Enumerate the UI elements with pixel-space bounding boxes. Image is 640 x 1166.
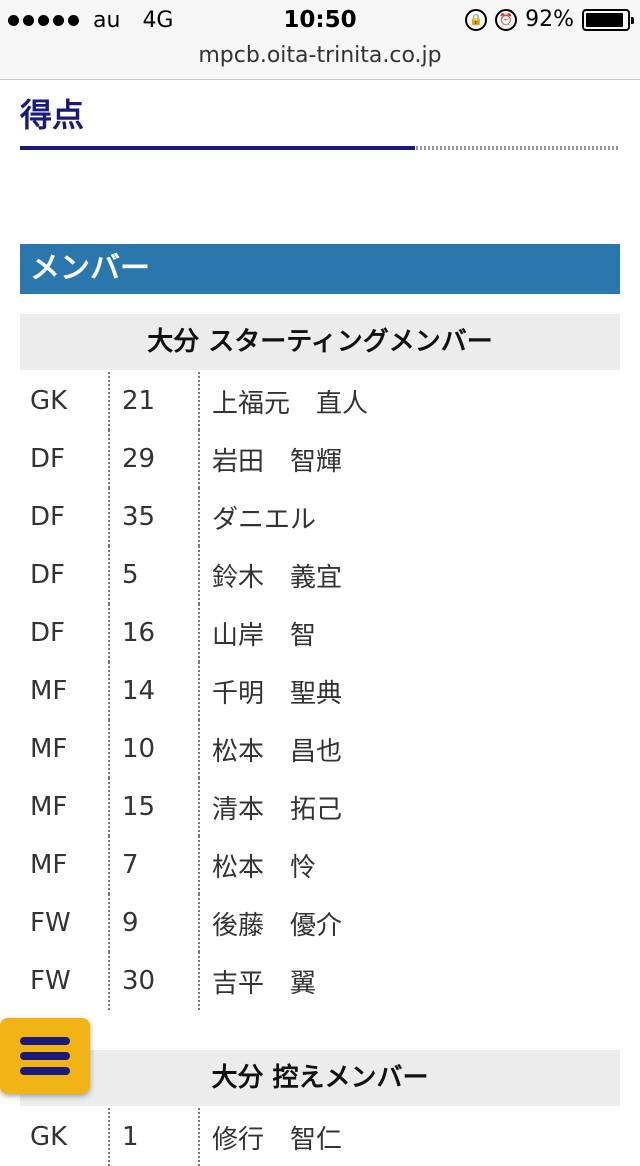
table-row: MF 10 松本 昌也 — [20, 720, 620, 778]
address-bar[interactable]: mpcb.oita-trinita.co.jp — [0, 40, 640, 80]
battery-icon — [582, 8, 634, 31]
table-row: DF 29 岩田 智輝 — [20, 430, 620, 488]
position-cell: MF — [20, 720, 110, 778]
position-cell: DF — [20, 546, 110, 604]
hamburger-icon — [20, 1037, 70, 1045]
battery-fill — [586, 12, 623, 27]
table-row: MF 7 松本 怜 — [20, 836, 620, 894]
alarm-icon: ⏰ — [495, 8, 518, 31]
position-cell: DF — [20, 488, 110, 546]
position-cell: MF — [20, 662, 110, 720]
number-cell: 7 — [110, 836, 200, 894]
table-row: DF 35 ダニエル — [20, 488, 620, 546]
player-name-cell: 鈴木 義宜 — [212, 562, 343, 593]
member-banner: メンバー — [20, 244, 620, 294]
position-cell: FW — [20, 894, 110, 952]
position-cell: DF — [20, 604, 110, 662]
score-underline-accent — [20, 146, 415, 150]
position-cell: MF — [20, 836, 110, 894]
table-row: FW 9 後藤 優介 — [20, 894, 620, 952]
position-cell: GK — [20, 1108, 110, 1166]
table-row: GK 21 上福元 直人 — [20, 372, 620, 430]
starting-members-table: GK 21 上福元 直人 DF 29 岩田 智輝 DF 35 ダニエル DF 5 鈴木 義宜 DF 16 山… — [20, 372, 620, 1010]
number-cell: 16 — [110, 604, 200, 662]
table-row: MF 15 清本 拓己 — [20, 778, 620, 836]
table-row: GK 1 修行 智仁 — [20, 1108, 620, 1166]
number-cell: 30 — [110, 952, 200, 1010]
table-row: FW 30 吉平 翼 — [20, 952, 620, 1010]
player-name-cell: 千明 聖典 — [212, 678, 343, 709]
number-cell: 35 — [110, 488, 200, 546]
hamburger-icon — [20, 1067, 70, 1075]
player-name-cell: 松本 昌也 — [212, 736, 343, 767]
table-row: DF 16 山岸 智 — [20, 604, 620, 662]
hamburger-icon — [20, 1052, 70, 1060]
number-cell: 14 — [110, 662, 200, 720]
position-cell: FW — [20, 952, 110, 1010]
rotation-lock-icon: 🔒 — [465, 8, 488, 31]
player-name-cell: 修行 智仁 — [212, 1124, 343, 1155]
player-name-cell: 山岸 智 — [212, 620, 317, 651]
status-right: 🔒 ⏰ 92% — [465, 7, 634, 32]
player-name-cell: 清本 拓己 — [212, 794, 343, 825]
number-cell: 21 — [110, 372, 200, 430]
player-name-cell: 岩田 智輝 — [212, 446, 343, 477]
starting-members-header: 大分 スターティングメンバー — [20, 314, 620, 370]
position-cell: MF — [20, 778, 110, 836]
number-cell: 10 — [110, 720, 200, 778]
number-cell: 29 — [110, 430, 200, 488]
score-underline — [20, 146, 620, 150]
player-name-cell: 松本 怜 — [212, 852, 317, 883]
status-bar: au 4G 10:50 🔒 ⏰ 92% — [0, 0, 640, 40]
substitute-members-table: GK 1 修行 智仁 — [20, 1108, 620, 1166]
substitute-members-header: 大分 控えメンバー — [20, 1050, 620, 1106]
number-cell: 15 — [110, 778, 200, 836]
number-cell: 9 — [110, 894, 200, 952]
player-name-cell: 吉平 翼 — [212, 968, 317, 999]
player-name-cell: 後藤 優介 — [212, 910, 343, 941]
menu-button[interactable] — [0, 1018, 90, 1094]
number-cell: 1 — [110, 1108, 200, 1166]
number-cell: 5 — [110, 546, 200, 604]
position-cell: GK — [20, 372, 110, 430]
table-row: DF 5 鈴木 義宜 — [20, 546, 620, 604]
position-cell: DF — [20, 430, 110, 488]
table-row: MF 14 千明 聖典 — [20, 662, 620, 720]
score-heading: 得点 — [20, 96, 85, 134]
player-name-cell: 上福元 直人 — [212, 388, 369, 419]
battery-percent: 92% — [525, 7, 574, 32]
player-name-cell: ダニエル — [212, 504, 317, 535]
